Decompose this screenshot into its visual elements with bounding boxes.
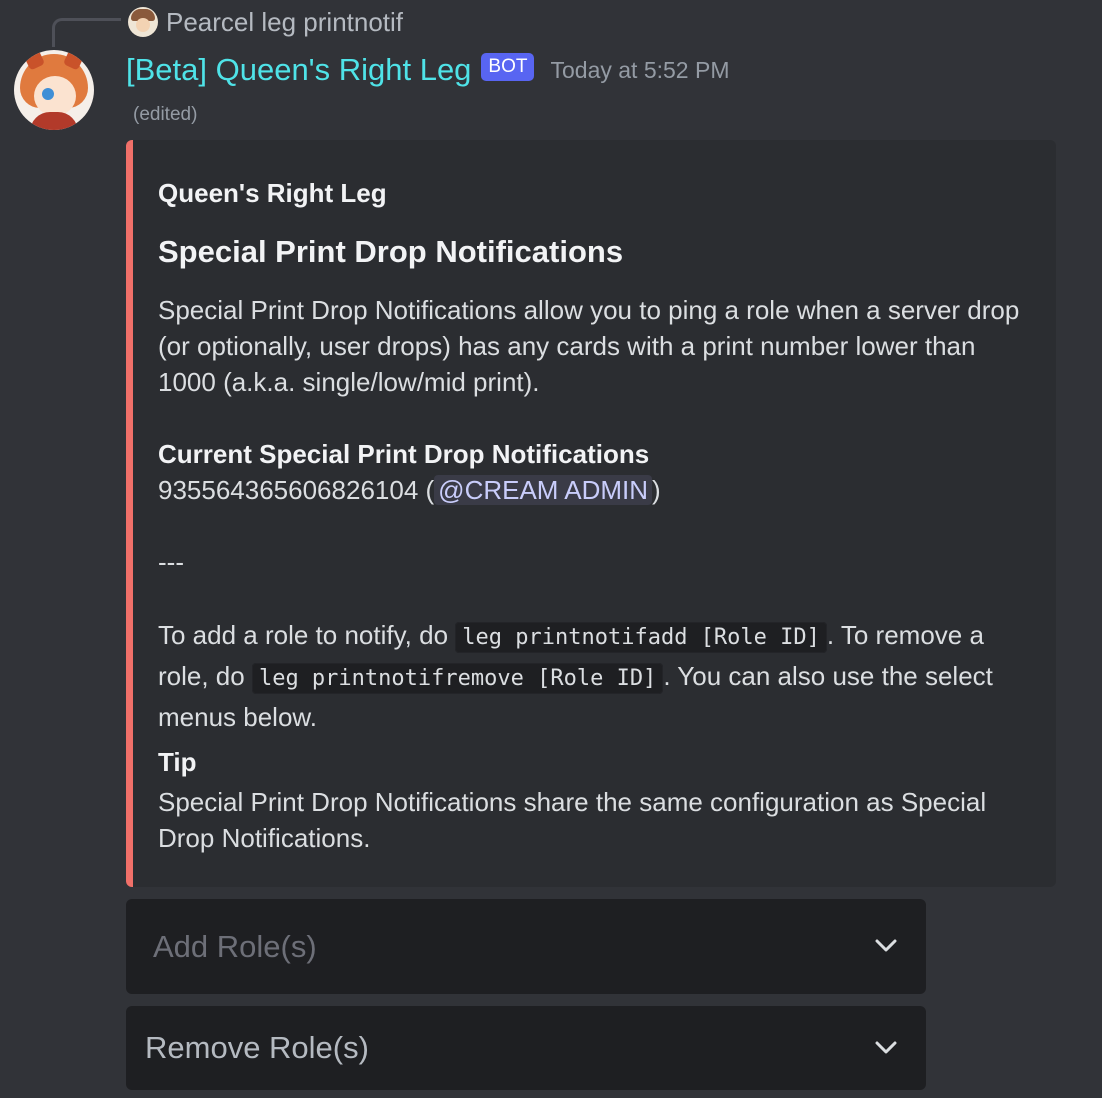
tip-text: Special Print Drop Notifications share t… [158, 787, 987, 853]
chevron-down-icon [875, 1041, 897, 1054]
separator-text: --- [158, 547, 184, 577]
embed-title: Special Print Drop Notifications [158, 234, 624, 269]
role-close-paren: ) [652, 475, 661, 505]
current-notifications-heading: Current Special Print Drop Notifications [158, 439, 650, 469]
reply-avatar[interactable] [128, 7, 158, 37]
message-timestamp[interactable]: Today at 5:52 PM [550, 57, 729, 84]
add-roles-select[interactable]: Add Role(s) [126, 899, 926, 994]
edited-label: (edited) [133, 104, 198, 125]
instructions-part1: To add a role to notify, do [158, 620, 456, 650]
role-open-paren: ( [418, 475, 435, 505]
embed-accent-bar [126, 140, 133, 887]
remove-roles-select[interactable]: Remove Role(s) [126, 1006, 926, 1090]
bot-badge: BOT [481, 53, 535, 81]
reply-text[interactable]: Pearcel leg printnotif [166, 7, 403, 38]
reply-reference[interactable]: Pearcel leg printnotif [128, 4, 403, 40]
current-notifications-value: 935564365606826104 (@CREAM ADMIN) [158, 472, 1028, 508]
bot-username[interactable]: [Beta] Queen's Right Leg [126, 52, 471, 88]
instructions-text: To add a role to notify, do leg printnot… [158, 616, 1028, 736]
tip-heading: Tip [158, 747, 197, 777]
embed-description: Special Print Drop Notifications allow y… [158, 295, 1020, 397]
chevron-down-icon [875, 939, 897, 952]
bot-avatar[interactable] [14, 50, 94, 130]
add-command-code: leg printnotifadd [Role ID] [455, 622, 827, 653]
embed-author: Queen's Right Leg [158, 178, 387, 208]
remove-command-code: leg printnotifremove [Role ID] [251, 663, 664, 694]
reply-spine [52, 18, 121, 47]
embed-card: Queen's Right Leg Special Print Drop Not… [126, 140, 1056, 887]
message-header: [Beta] Queen's Right Leg BOT Today at 5:… [126, 48, 729, 92]
role-id: 935564365606826104 [158, 475, 419, 505]
add-roles-placeholder: Add Role(s) [153, 928, 317, 964]
remove-roles-placeholder: Remove Role(s) [145, 1030, 369, 1065]
role-mention[interactable]: @CREAM ADMIN [434, 475, 653, 505]
